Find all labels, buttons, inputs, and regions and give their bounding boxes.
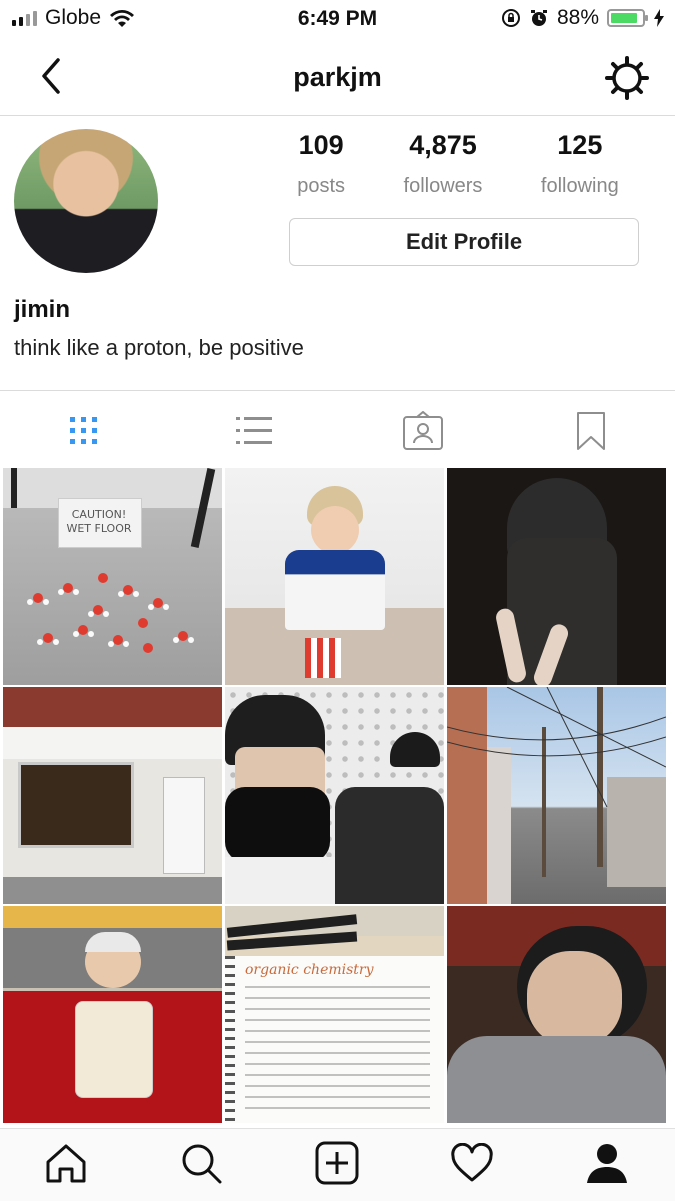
profile-view-tabs (0, 390, 675, 467)
tab-activity[interactable] (448, 1139, 496, 1187)
posts-count: 109 (298, 130, 344, 160)
post-thumbnail[interactable]: CAUTION! WET FLOOR (3, 468, 222, 685)
new-post-icon (315, 1141, 359, 1185)
alarm-icon (530, 10, 547, 26)
tab-new-post[interactable] (313, 1139, 361, 1187)
battery-percent: 88% (556, 6, 599, 29)
caution-sign-text: CAUTION! WET FLOOR (66, 508, 132, 535)
bottom-tab-bar (0, 1128, 675, 1201)
post-grid: CAUTION! WET FLOOR organic chemistry (3, 468, 672, 1128)
post-thumbnail[interactable] (3, 687, 222, 904)
post-thumbnail[interactable] (225, 468, 444, 685)
tab-home[interactable] (42, 1139, 90, 1187)
profile-icon (587, 1144, 627, 1183)
edit-profile-button[interactable]: Edit Profile (289, 218, 639, 266)
avatar[interactable] (14, 129, 158, 273)
rotation-lock-icon (501, 9, 520, 27)
tab-saved[interactable] (569, 409, 613, 453)
followers-count: 4,875 (409, 130, 477, 160)
following-count: 125 (557, 130, 603, 160)
post-thumbnail[interactable] (447, 687, 666, 904)
nav-bar: parkjm (0, 40, 675, 116)
username-title: parkjm (293, 62, 382, 92)
charging-bolt-icon (654, 9, 664, 27)
tab-tagged[interactable] (401, 409, 445, 453)
profile-stats: 109 posts 4,875 followers 125 following (268, 130, 648, 198)
profile-name: jimin (14, 296, 71, 323)
tab-list[interactable] (232, 409, 276, 453)
stat-following[interactable]: 125 following (541, 130, 619, 198)
activity-heart-icon (451, 1143, 493, 1182)
battery-icon (607, 9, 648, 27)
stat-posts[interactable]: 109 posts (297, 130, 345, 198)
followers-label: followers (403, 175, 483, 197)
search-icon (182, 1144, 222, 1184)
post-thumbnail[interactable] (447, 906, 666, 1123)
status-right: 88% (501, 6, 665, 30)
status-bar: Globe 6:49 PM 88% (0, 0, 675, 40)
tagged-icon (403, 411, 443, 450)
profile-bio: think like a proton, be positive (14, 335, 304, 360)
home-icon (46, 1144, 86, 1183)
stat-followers[interactable]: 4,875 followers (404, 130, 483, 198)
saved-bookmark-icon (577, 412, 605, 450)
posts-label: posts (297, 175, 346, 197)
post-thumbnail[interactable]: organic chemistry (225, 906, 444, 1123)
post-thumbnail[interactable] (447, 468, 666, 685)
tab-profile[interactable] (583, 1139, 631, 1187)
tab-grid[interactable] (62, 409, 106, 453)
post-thumbnail[interactable] (225, 687, 444, 904)
grid-view-icon (70, 417, 97, 444)
post-thumbnail[interactable] (3, 906, 222, 1123)
list-view-icon (236, 417, 272, 444)
tab-search[interactable] (177, 1139, 225, 1187)
notebook-title-text: organic chemistry (245, 962, 374, 978)
gear-icon[interactable] (603, 54, 651, 102)
following-label: following (540, 175, 619, 197)
